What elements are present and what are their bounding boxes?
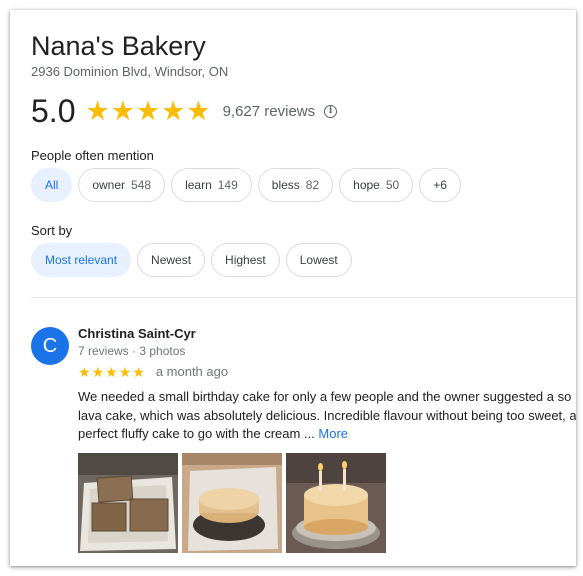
review-text-line: lava cake, which was absolutely deliciou… — [78, 407, 576, 423]
star-icon: ★ — [85, 95, 110, 126]
star-icon: ★ — [118, 363, 132, 380]
star-icon: ★ — [186, 95, 211, 126]
chip-label: bless — [271, 178, 300, 192]
star-icon: ★ — [135, 95, 161, 126]
sort-chips: Most relevant Newest Highest Lowest — [31, 243, 352, 277]
more-link[interactable]: More — [318, 426, 348, 441]
mention-chip-more[interactable]: +6 — [419, 168, 461, 202]
place-address: 2936 Dominion Blvd, Windsor, ON — [31, 64, 229, 79]
chip-label: All — [45, 178, 59, 192]
star-icon: ★ — [91, 363, 105, 380]
info-icon[interactable]: i — [324, 104, 338, 118]
review-text-line-end: perfect fluffy cake to go with the cream — [78, 426, 301, 441]
star-icon: ★ — [78, 363, 91, 380]
sort-label: Sort by — [31, 223, 73, 238]
star-icon: ★ — [105, 363, 118, 380]
mentions-label: People often mention — [31, 148, 154, 163]
photo-cake-in-box — [182, 453, 282, 553]
photo-brownies-in-container — [78, 453, 178, 553]
sort-lowest[interactable]: Lowest — [285, 243, 352, 277]
review-photo[interactable] — [182, 453, 282, 553]
place-title: Nana's Bakery — [31, 31, 206, 61]
chip-label: owner — [92, 178, 126, 192]
mention-chips: All owner 548 learn 149 bless 82 hope 50 +6 — [31, 168, 461, 202]
chip-count: 82 — [305, 178, 320, 192]
chip-count: 548 — [131, 178, 152, 192]
mention-chip-bless[interactable]: bless 82 — [257, 168, 334, 202]
sort-most-relevant[interactable]: Most relevant — [31, 243, 132, 277]
reviewer-meta: 7 reviews · 3 photos — [78, 344, 186, 358]
review-text-line: We needed a small birthday cake for only… — [78, 389, 572, 404]
chip-count: 149 — [217, 178, 238, 192]
sort-highest[interactable]: Highest — [211, 243, 280, 277]
review-rating: ★ ★ ★ ★ ★ a month ago — [78, 364, 228, 379]
review-text: We needed a small birthday cake for only… — [78, 388, 576, 444]
chip-label: hope — [353, 178, 380, 192]
chip-count: 50 — [385, 178, 400, 192]
rating-summary: 5.0 ★ ★ ★ ★ ★ 9,627 reviews i — [31, 92, 338, 130]
review-ellipsis: ... — [303, 426, 315, 441]
rating-stars: ★ ★ ★ ★ ★ — [85, 95, 211, 126]
review-photo[interactable] — [286, 453, 386, 553]
mention-chip-hope[interactable]: hope 50 — [339, 168, 414, 202]
sort-newest[interactable]: Newest — [137, 243, 206, 277]
chip-label: learn — [185, 178, 212, 192]
review-photo[interactable] — [78, 453, 178, 553]
reviews-panel: Nana's Bakery 2936 Dominion Blvd, Windso… — [10, 10, 576, 566]
mention-chip-owner[interactable]: owner 548 — [78, 168, 166, 202]
review-count: 9,627 reviews — [222, 102, 316, 120]
reviewer-name[interactable]: Christina Saint-Cyr — [78, 326, 196, 341]
review-date: a month ago — [155, 364, 229, 379]
star-icon: ★ — [132, 363, 145, 380]
star-icon: ★ — [110, 95, 135, 126]
star-icon: ★ — [161, 95, 186, 126]
chip-label: +6 — [433, 178, 447, 192]
rating-value: 5.0 — [31, 92, 76, 129]
avatar[interactable]: C — [31, 327, 69, 365]
mention-chip-all[interactable]: All — [31, 168, 73, 202]
divider — [31, 297, 576, 298]
mention-chip-learn[interactable]: learn 149 — [171, 168, 252, 202]
photo-cake-with-candles — [286, 453, 386, 553]
review-photos — [78, 453, 386, 553]
review-text-line: perfect fluffy cake to go with the cream… — [78, 425, 576, 444]
